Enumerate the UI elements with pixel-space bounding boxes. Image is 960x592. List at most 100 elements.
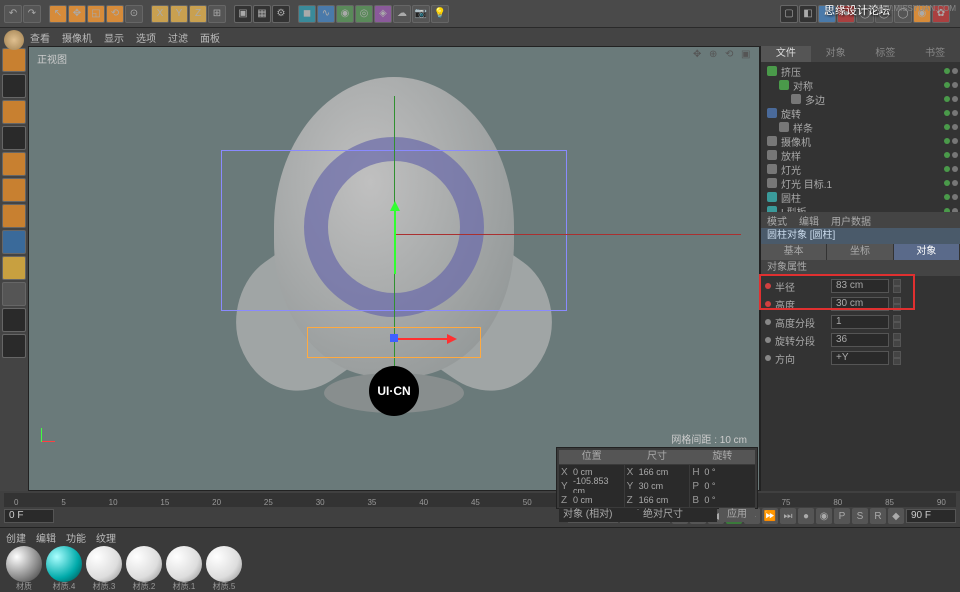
- object-manager[interactable]: 挤压 对称 多边 旋转 样条 摄像机 放样 灯光 灯光 目标.1 圆柱 L型板: [761, 62, 960, 212]
- tab-file[interactable]: 文件: [761, 46, 811, 62]
- gizmo-x-axis[interactable]: [394, 338, 454, 340]
- spline-prim[interactable]: ∿: [317, 5, 335, 23]
- undo-button[interactable]: ↶: [4, 5, 22, 23]
- attr-mode[interactable]: 模式: [767, 213, 787, 228]
- tree-row[interactable]: L型板: [763, 204, 958, 212]
- z-lock[interactable]: Z: [189, 5, 207, 23]
- attr-spinner[interactable]: [893, 297, 901, 311]
- gizmo-center[interactable]: [390, 334, 398, 342]
- vp-max-icon[interactable]: ▣: [741, 49, 755, 63]
- coord-size[interactable]: 166 cm: [639, 495, 688, 505]
- attr-spinner[interactable]: [893, 351, 901, 365]
- timeline-end[interactable]: 90 F: [906, 509, 956, 523]
- mat-tab-create[interactable]: 创建: [6, 530, 26, 542]
- tweak-mode[interactable]: [2, 256, 26, 280]
- render-pict[interactable]: ▦: [253, 5, 271, 23]
- record-key[interactable]: ●: [798, 508, 814, 524]
- coord-rot[interactable]: 0 °: [704, 495, 753, 505]
- coord-rot[interactable]: 0 °: [704, 467, 753, 477]
- mat-tab-func[interactable]: 功能: [66, 530, 86, 542]
- material-preview[interactable]: 材质.2: [126, 546, 162, 582]
- polygon-mode[interactable]: [2, 204, 26, 228]
- nurbs-prim[interactable]: ◉: [336, 5, 354, 23]
- coord-size[interactable]: 30 cm: [639, 481, 688, 491]
- vp-nav-icon[interactable]: ✥: [693, 49, 707, 63]
- make-editable[interactable]: [2, 48, 26, 72]
- timeline-ruler[interactable]: 051015202530354045505560657075808590: [4, 493, 956, 507]
- mat-tab-texture[interactable]: 纹理: [96, 530, 116, 542]
- tree-row[interactable]: 摄像机: [763, 134, 958, 148]
- attr-value-field[interactable]: 83 cm: [831, 279, 889, 293]
- layout-1[interactable]: ▢: [780, 5, 798, 23]
- tab-object[interactable]: 对象: [811, 46, 861, 62]
- model-mode[interactable]: [2, 74, 26, 98]
- autokey[interactable]: ◉: [816, 508, 832, 524]
- material-preview[interactable]: 材质.4: [46, 546, 82, 582]
- key-param[interactable]: ◆: [888, 508, 904, 524]
- redo-button[interactable]: ↷: [23, 5, 41, 23]
- point-mode[interactable]: [2, 152, 26, 176]
- coord-pos[interactable]: 0 cm: [573, 495, 622, 505]
- tree-row[interactable]: 样条: [763, 120, 958, 134]
- tree-row[interactable]: 灯光 目标.1: [763, 176, 958, 190]
- x-lock[interactable]: X: [151, 5, 169, 23]
- attr-value-field[interactable]: +Y: [831, 351, 889, 365]
- subtab-object[interactable]: 对象: [894, 244, 960, 260]
- menu-camera[interactable]: 摄像机: [62, 30, 92, 45]
- attr-spinner[interactable]: [893, 315, 901, 329]
- material-preview[interactable]: 材质: [6, 546, 42, 582]
- vp-zoom-icon[interactable]: ⊕: [709, 49, 723, 63]
- attr-value-field[interactable]: 1: [831, 315, 889, 329]
- key-pos[interactable]: P: [834, 508, 850, 524]
- goto-nextkey[interactable]: ⏩: [762, 508, 778, 524]
- coord-rot[interactable]: 0 °: [704, 481, 753, 491]
- tree-row[interactable]: 多边: [763, 92, 958, 106]
- menu-display[interactable]: 显示: [104, 30, 124, 45]
- render-settings[interactable]: ⚙: [272, 5, 290, 23]
- goto-end[interactable]: ⏭: [780, 508, 796, 524]
- tab-tag[interactable]: 标签: [861, 46, 911, 62]
- environment-prim[interactable]: ☁: [393, 5, 411, 23]
- coords-apply-button[interactable]: 应用: [719, 508, 755, 522]
- key-rot[interactable]: R: [870, 508, 886, 524]
- workplane-mode[interactable]: [2, 126, 26, 150]
- menu-options[interactable]: 选项: [136, 30, 156, 45]
- select-tool[interactable]: ↖: [49, 5, 67, 23]
- tree-row[interactable]: 对称: [763, 78, 958, 92]
- generator-prim[interactable]: ◎: [355, 5, 373, 23]
- attr-spinner[interactable]: [893, 279, 901, 293]
- attr-value-field[interactable]: 30 cm: [831, 297, 889, 311]
- tree-row[interactable]: 旋转: [763, 106, 958, 120]
- subtab-coord[interactable]: 坐标: [827, 244, 893, 260]
- mat-tab-edit[interactable]: 编辑: [36, 530, 56, 542]
- menu-filter[interactable]: 过滤: [168, 30, 188, 45]
- snap-settings[interactable]: [2, 308, 26, 332]
- material-preview[interactable]: 材质.3: [86, 546, 122, 582]
- coords-mode-select[interactable]: 对象 (相对): [559, 508, 637, 522]
- viewport-front[interactable]: 正视图 ✥ ⊕ ⟲ ▣ 网格间距 : 10 cm UI·CN: [28, 46, 760, 491]
- material-preview[interactable]: 材质.1: [166, 546, 202, 582]
- tree-row[interactable]: 放样: [763, 148, 958, 162]
- cube-prim[interactable]: ◼: [298, 5, 316, 23]
- edge-mode[interactable]: [2, 178, 26, 202]
- snap-toggle[interactable]: [2, 282, 26, 306]
- axis-mode[interactable]: [2, 230, 26, 254]
- gizmo-y-axis[interactable]: [394, 204, 396, 274]
- y-lock[interactable]: Y: [170, 5, 188, 23]
- rotate-tool[interactable]: ⟲: [106, 5, 124, 23]
- attr-userdata[interactable]: 用户数据: [831, 213, 871, 228]
- coords-size-select[interactable]: 绝对尺寸: [639, 508, 717, 522]
- texture-mode[interactable]: [2, 100, 26, 124]
- tab-bookmark[interactable]: 书签: [910, 46, 960, 62]
- layout-2[interactable]: ◧: [799, 5, 817, 23]
- menu-view[interactable]: 查看: [30, 30, 50, 45]
- attr-value-field[interactable]: 36: [831, 333, 889, 347]
- menu-panel[interactable]: 面板: [200, 30, 220, 45]
- attr-edit[interactable]: 编辑: [799, 213, 819, 228]
- deformer-prim[interactable]: ◈: [374, 5, 392, 23]
- key-scale[interactable]: S: [852, 508, 868, 524]
- subtab-basic[interactable]: 基本: [761, 244, 827, 260]
- attr-spinner[interactable]: [893, 333, 901, 347]
- last-tool[interactable]: ⊙: [125, 5, 143, 23]
- workplane[interactable]: [2, 334, 26, 358]
